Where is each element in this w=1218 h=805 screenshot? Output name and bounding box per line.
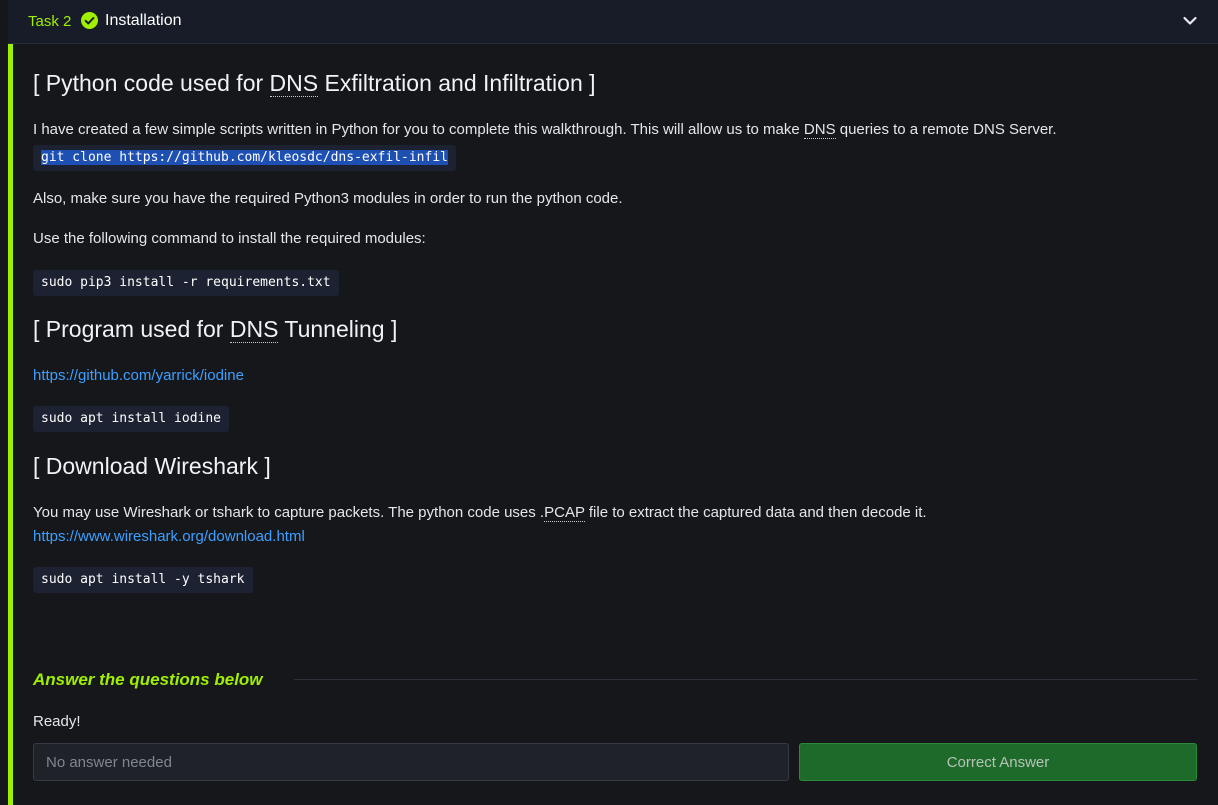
description-text: file to extract the captured data and th…: [584, 504, 927, 521]
task-content: [ Python code used for DNS Exfiltration …: [13, 44, 1218, 805]
chevron-down-icon[interactable]: [1182, 13, 1198, 29]
intro-text: I have created a few simple scripts writ…: [33, 121, 804, 138]
task-number: Task 2: [28, 13, 72, 30]
pip-install-command[interactable]: sudo pip3 install -r requirements.txt: [33, 270, 339, 296]
task-header[interactable]: Task 2 Installation: [8, 0, 1218, 44]
wireshark-download-link[interactable]: https://www.wireshark.org/download.html: [33, 528, 305, 545]
answer-section-heading: Answer the questions below: [33, 670, 263, 689]
wireshark-section-heading: [ Download Wireshark ]: [33, 453, 271, 479]
correct-answer-button[interactable]: Correct Answer: [799, 743, 1197, 781]
heading-text: Exfiltration and Infiltration ]: [318, 70, 596, 96]
heading-text: [ Program used for: [33, 316, 230, 342]
question-text: Ready!: [33, 713, 81, 730]
git-clone-command-text: git clone https://github.com/kleosdc/dns…: [41, 150, 448, 165]
tunneling-section-heading: [ Program used for DNS Tunneling ]: [33, 316, 397, 343]
intro-text: queries to a remote DNS Server.: [835, 121, 1057, 138]
python-section-heading: [ Python code used for DNS Exfiltration …: [33, 70, 596, 97]
iodine-install-command[interactable]: sudo apt install iodine: [33, 406, 230, 432]
dns-abbreviation: DNS: [269, 70, 319, 97]
dns-abbreviation: DNS: [229, 316, 279, 343]
dns-abbreviation: DNS: [803, 121, 836, 139]
iodine-link[interactable]: https://github.com/yarrick/iodine: [33, 367, 244, 384]
modules-note: Also, make sure you have the required Py…: [33, 190, 623, 207]
task-title: Installation: [105, 12, 182, 29]
answer-input[interactable]: [33, 743, 789, 781]
check-circle-icon: [81, 12, 98, 29]
python-intro-text: I have created a few simple scripts writ…: [33, 121, 1057, 139]
answer-divider: [294, 679, 1197, 680]
heading-text: Tunneling ]: [278, 316, 398, 342]
install-note: Use the following command to install the…: [33, 230, 426, 247]
description-text: You may use Wireshark or tshark to captu…: [33, 504, 545, 521]
heading-text: [ Python code used for: [33, 70, 270, 96]
tshark-install-command[interactable]: sudo apt install -y tshark: [33, 567, 253, 593]
pcap-abbreviation: PCAP: [544, 504, 585, 522]
wireshark-description: You may use Wireshark or tshark to captu…: [33, 504, 927, 522]
git-clone-command[interactable]: git clone https://github.com/kleosdc/dns…: [33, 145, 456, 171]
task-panel: Task 2 Installation [ Python code used f…: [0, 0, 1218, 805]
